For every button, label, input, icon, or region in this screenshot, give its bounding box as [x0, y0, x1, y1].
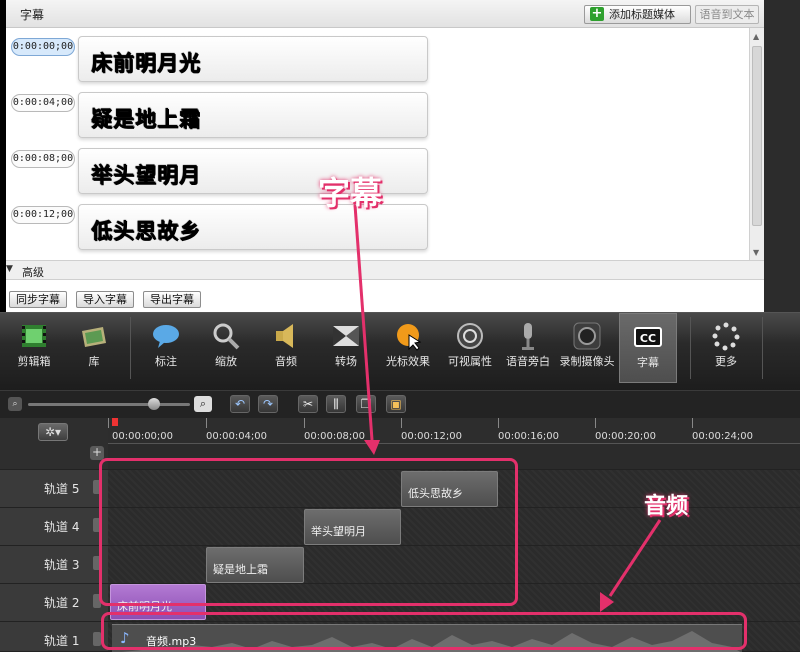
annotation-arrows: [353, 204, 662, 612]
audio-annotation-label: 音频: [644, 493, 689, 519]
captions-annotation-label: 字幕: [318, 174, 383, 212]
